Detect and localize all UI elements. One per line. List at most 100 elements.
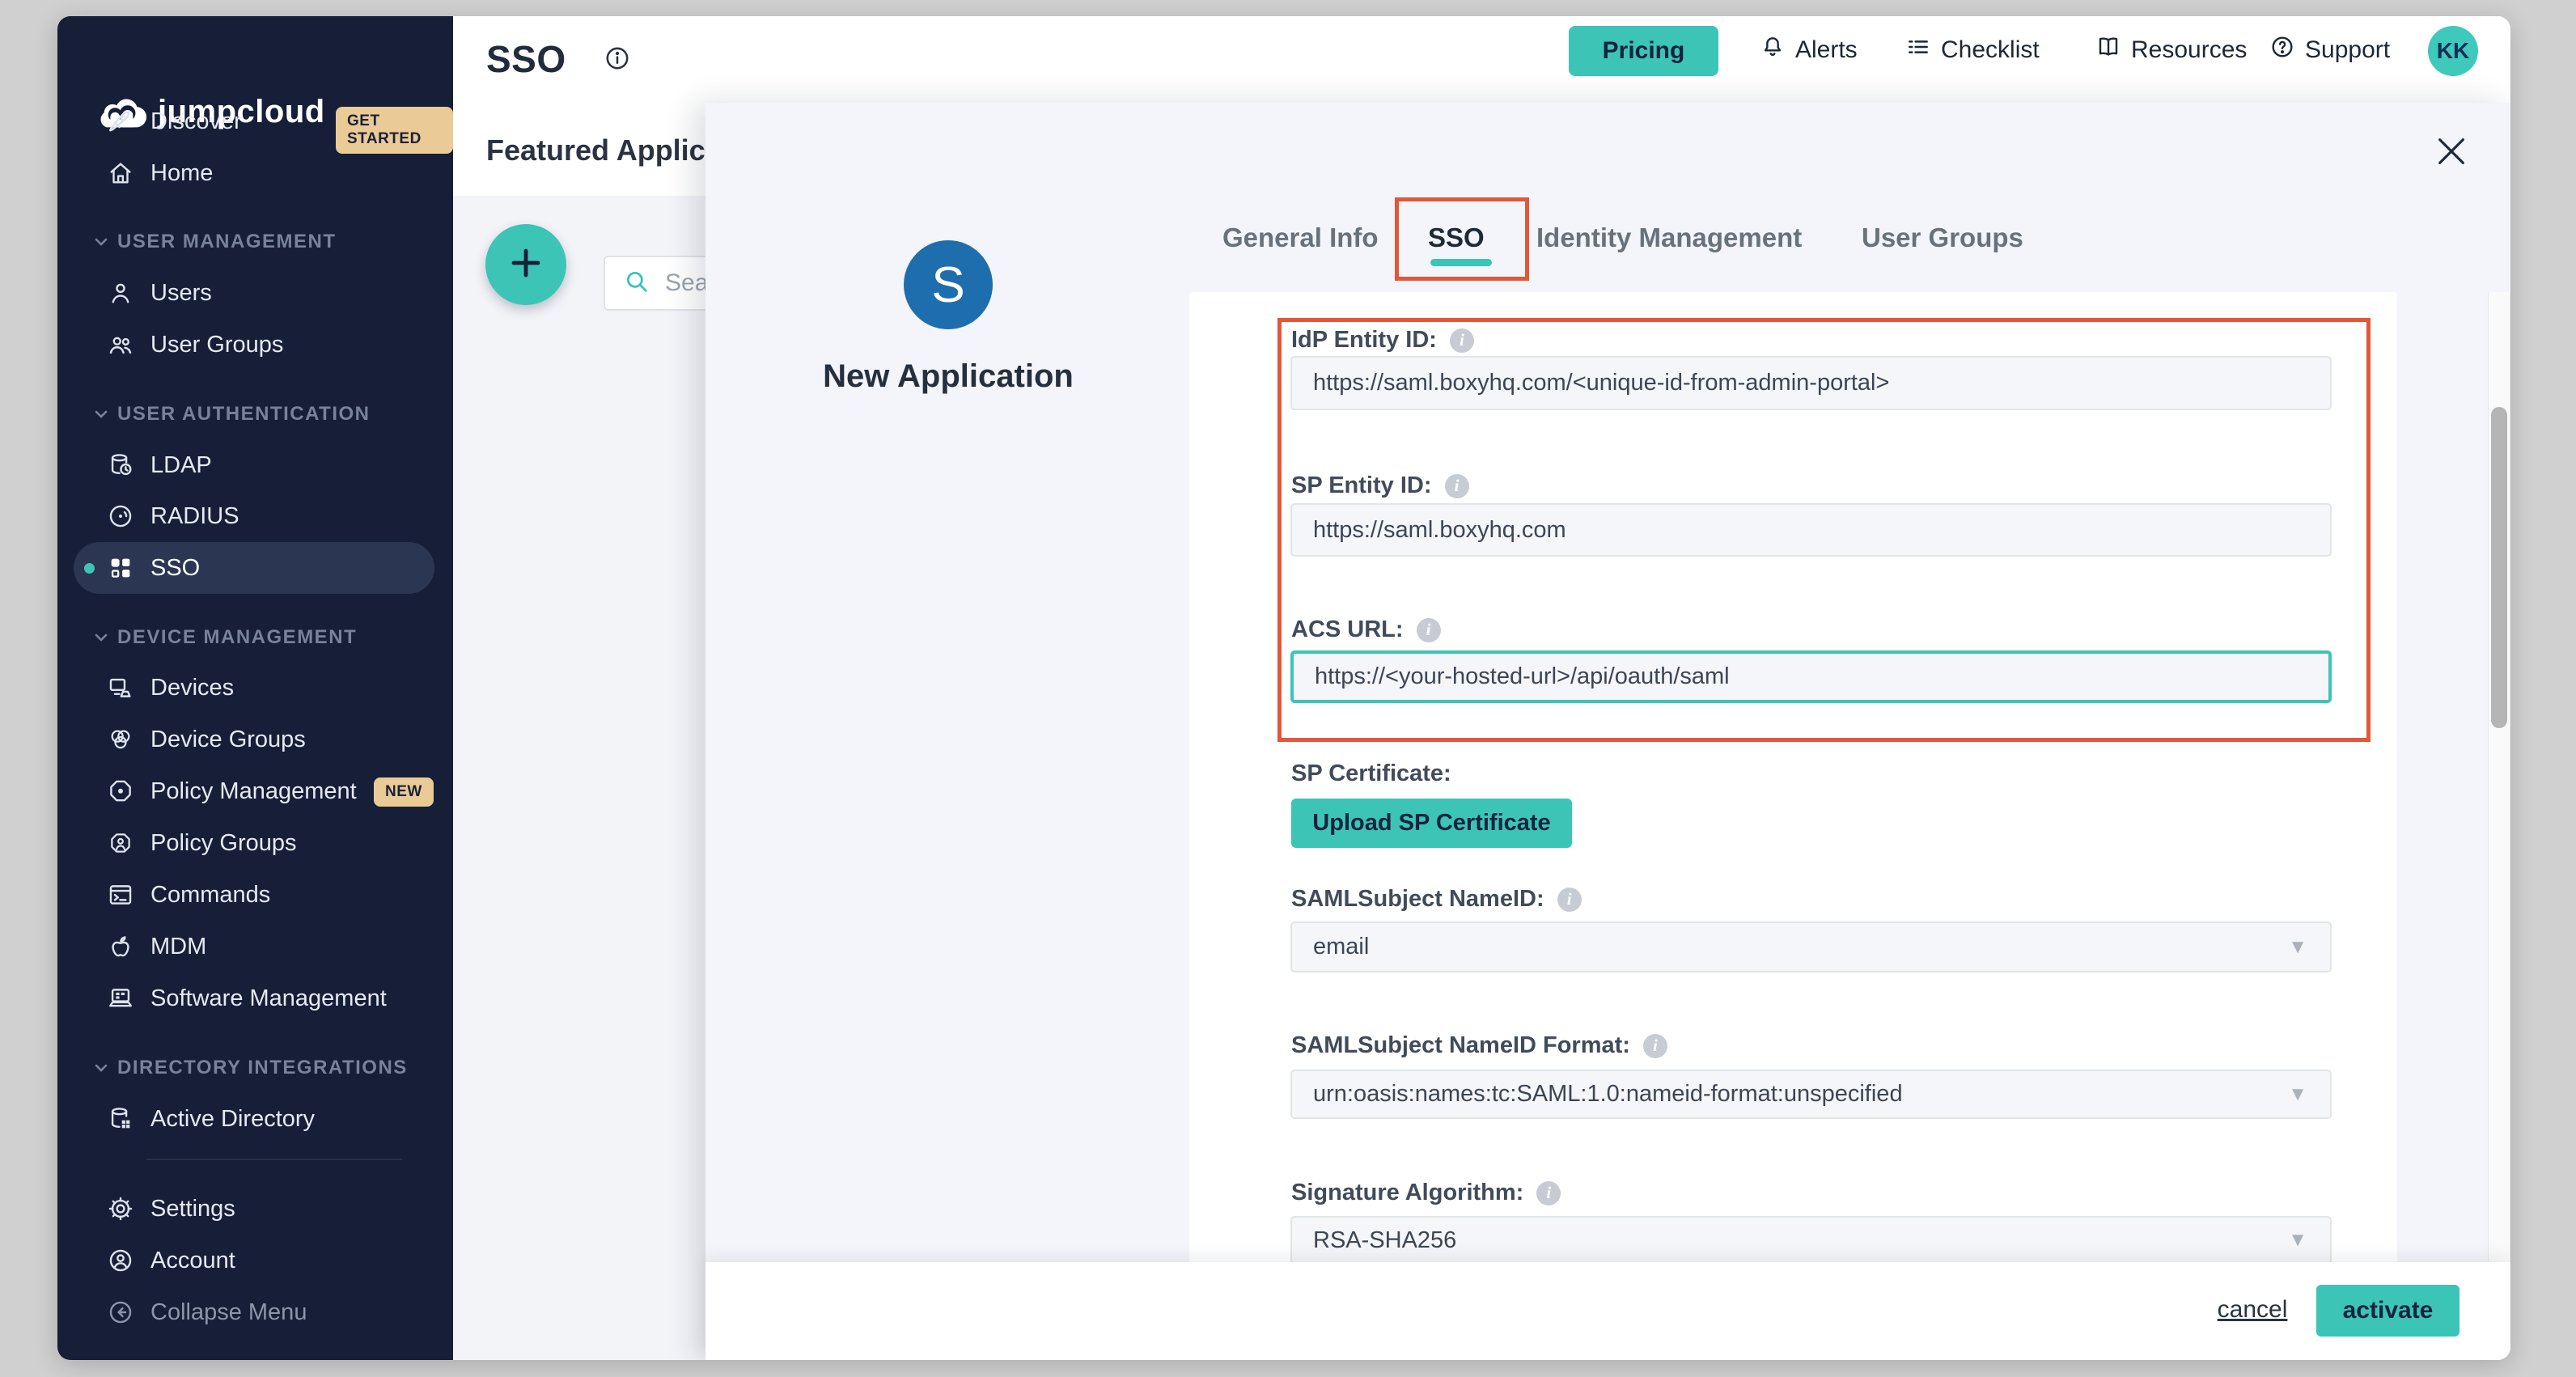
active-directory-icon bbox=[106, 1104, 135, 1133]
sidebar-item-label: Policy Groups bbox=[150, 830, 297, 857]
info-icon[interactable]: i bbox=[1557, 888, 1582, 912]
sidebar-item-policy-management[interactable]: Policy Management NEW bbox=[57, 765, 453, 817]
sidebar-item-policy-groups[interactable]: Policy Groups bbox=[57, 817, 453, 869]
section-user-management[interactable]: USER MANAGEMENT bbox=[57, 226, 453, 258]
sidebar-item-software-management[interactable]: Software Management bbox=[57, 972, 453, 1024]
samlsubject-nameid-format-value: urn:oasis:names:tc:SAML:1.0:nameid-forma… bbox=[1313, 1081, 1903, 1108]
signature-algorithm-label-row: Signature Algorithm: i bbox=[1291, 1180, 1561, 1206]
policy-octagon-icon bbox=[106, 777, 135, 806]
section-title: DIRECTORY INTEGRATIONS bbox=[117, 1057, 408, 1079]
sidebar-item-account[interactable]: Account bbox=[57, 1235, 453, 1286]
sidebar-item-ldap[interactable]: LDAP bbox=[57, 439, 453, 491]
signature-algorithm-select[interactable]: RSA-SHA256 ▼ bbox=[1290, 1216, 2332, 1265]
venn-circles-icon bbox=[106, 725, 135, 754]
sidebar-item-user-groups[interactable]: User Groups bbox=[57, 319, 453, 371]
sidebar-item-active-directory[interactable]: Active Directory bbox=[57, 1093, 453, 1145]
book-icon bbox=[2095, 34, 2121, 66]
sidebar-item-devices[interactable]: Devices bbox=[57, 662, 453, 714]
upload-sp-certificate-label: Upload SP Certificate bbox=[1312, 810, 1550, 837]
home-icon bbox=[106, 159, 135, 188]
saml-fields-annotation-box bbox=[1277, 318, 2371, 742]
sidebar-item-label: RADIUS bbox=[150, 503, 239, 530]
top-bar: SSO Pricing Alerts Checklist Resources S… bbox=[453, 16, 2510, 104]
alerts-button[interactable]: Alerts bbox=[1760, 34, 1858, 66]
samlsubject-nameid-value: email bbox=[1313, 934, 1369, 960]
section-title: DEVICE MANAGEMENT bbox=[117, 626, 357, 649]
tab-user-groups[interactable]: User Groups bbox=[1862, 222, 2023, 253]
resources-button[interactable]: Resources bbox=[2095, 34, 2247, 66]
tab-identity-management[interactable]: Identity Management bbox=[1536, 222, 1802, 253]
terminal-icon bbox=[106, 880, 135, 909]
sidebar-item-collapse-menu[interactable]: Collapse Menu bbox=[57, 1286, 453, 1338]
sidebar-item-label: Account bbox=[150, 1248, 235, 1274]
search-icon bbox=[623, 268, 650, 299]
sidebar-item-label: Commands bbox=[150, 882, 270, 909]
sidebar-item-label: LDAP bbox=[150, 452, 212, 479]
pricing-button[interactable]: Pricing bbox=[1569, 26, 1718, 76]
new-application-modal: S New Application General Info SSO Ident… bbox=[705, 103, 2510, 1360]
sidebar-item-label: Device Groups bbox=[150, 727, 306, 753]
support-button[interactable]: Support bbox=[2269, 34, 2390, 66]
sidebar-item-device-groups[interactable]: Device Groups bbox=[57, 714, 453, 765]
sidebar-item-label: SSO bbox=[150, 555, 200, 582]
chevron-down-icon bbox=[91, 405, 111, 424]
sidebar-item-label: Settings bbox=[150, 1196, 235, 1222]
checklist-icon bbox=[1905, 34, 1931, 66]
sidebar-item-label: Collapse Menu bbox=[150, 1299, 307, 1326]
close-button[interactable] bbox=[2426, 125, 2477, 177]
dropdown-caret-icon: ▼ bbox=[2288, 1083, 2307, 1106]
modal-scrollbar-thumb[interactable] bbox=[2491, 407, 2507, 728]
section-user-authentication[interactable]: USER AUTHENTICATION bbox=[57, 398, 453, 430]
samlsubject-nameid-select[interactable]: email ▼ bbox=[1290, 922, 2332, 972]
sidebar-item-mdm[interactable]: MDM bbox=[57, 921, 453, 972]
signature-algorithm-label: Signature Algorithm: bbox=[1291, 1180, 1523, 1206]
sidebar-item-discover[interactable]: Discover GET STARTED bbox=[57, 95, 453, 147]
new-badge: NEW bbox=[374, 777, 434, 807]
upload-sp-certificate-button[interactable]: Upload SP Certificate bbox=[1291, 799, 1572, 848]
info-icon[interactable] bbox=[604, 44, 631, 76]
application-initial-avatar: S bbox=[904, 240, 993, 329]
add-application-button[interactable] bbox=[485, 224, 566, 305]
sso-tab-annotation-box bbox=[1395, 197, 1529, 281]
section-title: USER MANAGEMENT bbox=[117, 231, 337, 253]
checklist-button[interactable]: Checklist bbox=[1905, 34, 2040, 66]
dropdown-caret-icon: ▼ bbox=[2288, 936, 2307, 959]
screenshot-stage: jumpcloud Discover GET STARTED Home USER… bbox=[0, 0, 2576, 1377]
sidebar-item-commands[interactable]: Commands bbox=[57, 869, 453, 921]
activate-label: activate bbox=[2343, 1297, 2434, 1324]
cancel-link[interactable]: cancel bbox=[2204, 1296, 2301, 1324]
sidebar-item-home[interactable]: Home bbox=[57, 147, 453, 199]
bell-icon bbox=[1760, 34, 1786, 66]
users-group-icon bbox=[106, 330, 135, 359]
sidebar-item-radius[interactable]: RADIUS bbox=[57, 490, 453, 542]
section-directory-integrations[interactable]: DIRECTORY INTEGRATIONS bbox=[57, 1052, 453, 1084]
sidebar-item-label: MDM bbox=[150, 934, 206, 960]
rocket-icon bbox=[106, 107, 135, 136]
sidebar-item-users[interactable]: Users bbox=[57, 267, 453, 319]
info-icon[interactable]: i bbox=[1536, 1181, 1561, 1205]
active-dot bbox=[84, 563, 95, 574]
apple-icon bbox=[106, 932, 135, 961]
samlsubject-nameid-format-label-row: SAMLSubject NameID Format: i bbox=[1291, 1032, 1667, 1059]
sidebar-item-label: Devices bbox=[150, 675, 234, 701]
ldap-database-icon bbox=[106, 451, 135, 480]
sidebar-item-label: User Groups bbox=[150, 332, 283, 358]
samlsubject-nameid-format-label: SAMLSubject NameID Format: bbox=[1291, 1032, 1630, 1059]
samlsubject-nameid-format-select[interactable]: urn:oasis:names:tc:SAML:1.0:nameid-forma… bbox=[1290, 1070, 2332, 1119]
checklist-label: Checklist bbox=[1941, 36, 2040, 64]
sidebar-item-sso[interactable]: SSO bbox=[57, 542, 453, 594]
sso-grid-icon bbox=[106, 553, 135, 583]
user-icon bbox=[106, 278, 135, 307]
sidebar-item-label: Users bbox=[150, 280, 212, 307]
page-title: SSO bbox=[486, 37, 566, 81]
tab-general-info[interactable]: General Info bbox=[1222, 222, 1379, 253]
section-device-management[interactable]: DEVICE MANAGEMENT bbox=[57, 621, 453, 654]
activate-button[interactable]: activate bbox=[2316, 1285, 2459, 1337]
section-title: USER AUTHENTICATION bbox=[117, 403, 371, 426]
avatar[interactable]: KK bbox=[2428, 26, 2478, 76]
info-icon[interactable]: i bbox=[1643, 1034, 1667, 1058]
sidebar-item-label: Discover bbox=[150, 108, 242, 135]
plus-icon bbox=[506, 244, 545, 286]
sidebar-item-settings[interactable]: Settings bbox=[57, 1183, 453, 1235]
sidebar: jumpcloud Discover GET STARTED Home USER… bbox=[57, 16, 453, 1360]
